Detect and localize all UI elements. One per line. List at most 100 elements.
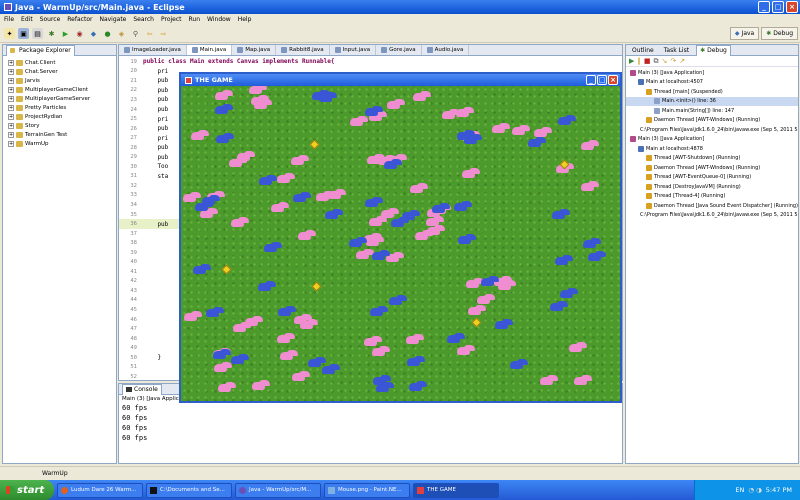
menu-window[interactable]: Window xyxy=(207,16,231,23)
search-icon[interactable]: ⚲ xyxy=(130,28,141,39)
pink-rabbit-sprite xyxy=(184,313,197,321)
tray-icons[interactable]: ◔ ◑ xyxy=(748,486,761,494)
menu-refactor[interactable]: Refactor xyxy=(67,16,92,23)
run-icon[interactable]: ▶ xyxy=(60,28,71,39)
debug-tree-label: Main.<init>() line: 36 xyxy=(662,98,716,105)
perspective-debug[interactable]: ✱ Debug xyxy=(761,27,798,40)
debug-tree-item[interactable]: Thread [Thread-4] (Running) xyxy=(626,192,798,202)
taskbar-item-the-game[interactable]: THE GAME xyxy=(413,482,499,498)
forward-icon[interactable]: ⇨ xyxy=(158,28,169,39)
menu-navigate[interactable]: Navigate xyxy=(99,16,126,23)
start-button[interactable]: start xyxy=(0,480,54,500)
terminate-icon[interactable]: ■ xyxy=(644,57,651,65)
save-icon[interactable]: ▣ xyxy=(18,28,29,39)
pink-rabbit-sprite xyxy=(574,377,587,385)
tab-task-list[interactable]: Task List xyxy=(661,47,692,54)
debug-tree-item[interactable]: Main at localhost:4878 xyxy=(626,144,798,154)
editor-tab-input[interactable]: Input.java xyxy=(330,45,377,55)
pink-rabbit-sprite xyxy=(200,210,213,218)
tree-item-chat-server[interactable]: + Chat.Server xyxy=(8,67,116,76)
step-return-icon[interactable]: ↗ xyxy=(679,57,685,65)
new-icon[interactable]: ✦ xyxy=(4,28,15,39)
debug-tree-item[interactable]: Main.<init>() line: 36 xyxy=(626,96,798,106)
debug-tree-item[interactable]: Thread [DestroyJavaVM] (Running) xyxy=(626,182,798,192)
game-minimize-button[interactable]: _ xyxy=(586,75,596,85)
editor-tab-main[interactable]: Main.java xyxy=(186,45,233,55)
perspective-java[interactable]: ◆ Java xyxy=(729,27,760,40)
menu-file[interactable]: File xyxy=(4,16,14,23)
tab-package-explorer[interactable]: Package Explorer xyxy=(6,44,75,56)
tab-debug[interactable]: ✱ Debug xyxy=(696,45,731,56)
step-into-icon[interactable]: ↘ xyxy=(662,57,668,65)
new-java-project-icon[interactable]: ◆ xyxy=(88,28,99,39)
tree-item-multiplayer-client[interactable]: + MultiplayerGameClient xyxy=(8,85,116,94)
tree-item-multiplayer-server[interactable]: + MultiplayerGameServer xyxy=(8,94,116,103)
taskbar-item-cmd[interactable]: C:\Documents and Se... xyxy=(146,482,232,498)
minimize-button[interactable]: _ xyxy=(758,1,770,13)
tree-item-warmup[interactable]: + WarmUp xyxy=(8,139,116,148)
debug-tree-label: Main at localhost:4507 xyxy=(646,79,703,86)
tree-item-project-rydian[interactable]: + ProjectRydian xyxy=(8,112,116,121)
debug-tree-item[interactable]: Thread [AWT-Shutdown] (Running) xyxy=(626,154,798,164)
line-number: 24 xyxy=(130,106,137,113)
tree-item-pretty-particles[interactable]: + Pretty Particles xyxy=(8,103,116,112)
language-indicator[interactable]: EN xyxy=(735,486,744,494)
taskbar-item-paint[interactable]: Mouse.png - Paint.NE... xyxy=(324,482,410,498)
java-cup-icon xyxy=(185,76,192,84)
debug-tree-item[interactable]: Main at localhost:4507 xyxy=(626,78,798,88)
debug-tree-item[interactable]: Main (3) [Java Application] xyxy=(626,68,798,78)
external-tools-icon[interactable]: ◉ xyxy=(74,28,85,39)
game-close-button[interactable]: × xyxy=(608,75,618,85)
debug-tree-item[interactable]: Thread [main] (Suspended) xyxy=(626,87,798,97)
menu-source[interactable]: Source xyxy=(40,16,61,23)
taskbar-item-eclipse[interactable]: Java - WarmUp/src/M... xyxy=(235,482,321,498)
pink-rabbit-sprite xyxy=(426,218,439,226)
clock: 5:47 PM xyxy=(765,486,792,494)
debug-tree-item[interactable]: Daemon Thread [AWT-Windows] (Running) xyxy=(626,163,798,173)
debug-tree-item[interactable]: C:\Program Files\Java\jdk1.6.0_24\bin\ja… xyxy=(626,125,798,135)
editor-tab-imageloader[interactable]: ImageLoader.java xyxy=(119,45,187,55)
blue-rabbit-sprite xyxy=(409,383,422,391)
tab-console[interactable]: Console xyxy=(122,383,162,395)
editor-tab-rabbit8[interactable]: Rabbit8.java xyxy=(276,45,330,55)
maximize-button[interactable]: □ xyxy=(772,1,784,13)
suspend-icon[interactable]: ‖ xyxy=(637,57,641,65)
eclipse-icon xyxy=(4,3,12,11)
back-icon[interactable]: ⇦ xyxy=(144,28,155,39)
step-over-icon[interactable]: ↷ xyxy=(670,57,676,65)
debug-icon[interactable]: ✱ xyxy=(46,28,57,39)
game-maximize-button[interactable]: □ xyxy=(597,75,607,85)
editor-tab-audio[interactable]: Audio.java xyxy=(422,45,470,55)
editor-tab-gore[interactable]: Gore.java xyxy=(376,45,422,55)
menu-help[interactable]: Help xyxy=(238,16,252,23)
disconnect-icon[interactable]: ⧉ xyxy=(654,57,659,66)
resume-icon[interactable]: ▶ xyxy=(629,57,634,65)
editor-tab-map[interactable]: Map.java xyxy=(232,45,277,55)
project-folder-icon xyxy=(16,95,23,102)
menu-run[interactable]: Run xyxy=(189,16,201,23)
tree-item-jarvis[interactable]: + Jarvis xyxy=(8,76,116,85)
debug-tree-item[interactable]: Main (3) [Java Application] xyxy=(626,135,798,145)
tree-item-story[interactable]: + Story xyxy=(8,121,116,130)
firefox-icon xyxy=(61,486,68,494)
open-type-icon[interactable]: ◈ xyxy=(116,28,127,39)
console-output[interactable]: 60 fps 60 fps 60 fps 60 fps xyxy=(119,404,622,444)
tree-item-chat-client[interactable]: + Chat.Client xyxy=(8,58,116,67)
tab-outline[interactable]: Outline xyxy=(629,47,657,54)
blue-rabbit-sprite xyxy=(215,106,228,114)
game-canvas[interactable] xyxy=(181,86,620,401)
debug-tree-item[interactable]: Main.main(String[]) line: 147 xyxy=(626,106,798,116)
new-class-icon[interactable]: ● xyxy=(102,28,113,39)
debug-tree-item[interactable]: Thread [AWT-EventQueue-0] (Running) xyxy=(626,173,798,183)
debug-tree-item[interactable]: Daemon Thread [AWT-Windows] (Running) xyxy=(626,116,798,126)
close-button[interactable]: × xyxy=(786,1,798,13)
taskbar-item-ludum-dare[interactable]: Ludum Dare 26 Warm... xyxy=(57,482,143,498)
tree-item-terraingen-test[interactable]: + TerrainGen Test xyxy=(8,130,116,139)
menu-search[interactable]: Search xyxy=(133,16,154,23)
debug-tree-item[interactable]: C:\Program Files\Java\jdk1.6.0_24\bin\ja… xyxy=(626,211,798,221)
debug-tree-item[interactable]: Daemon Thread [Java Sound Event Dispatch… xyxy=(626,201,798,211)
print-icon[interactable]: ▤ xyxy=(32,28,43,39)
menu-edit[interactable]: Edit xyxy=(21,16,33,23)
system-tray: EN ◔ ◑ 5:47 PM xyxy=(694,480,800,500)
menu-project[interactable]: Project xyxy=(161,16,182,23)
